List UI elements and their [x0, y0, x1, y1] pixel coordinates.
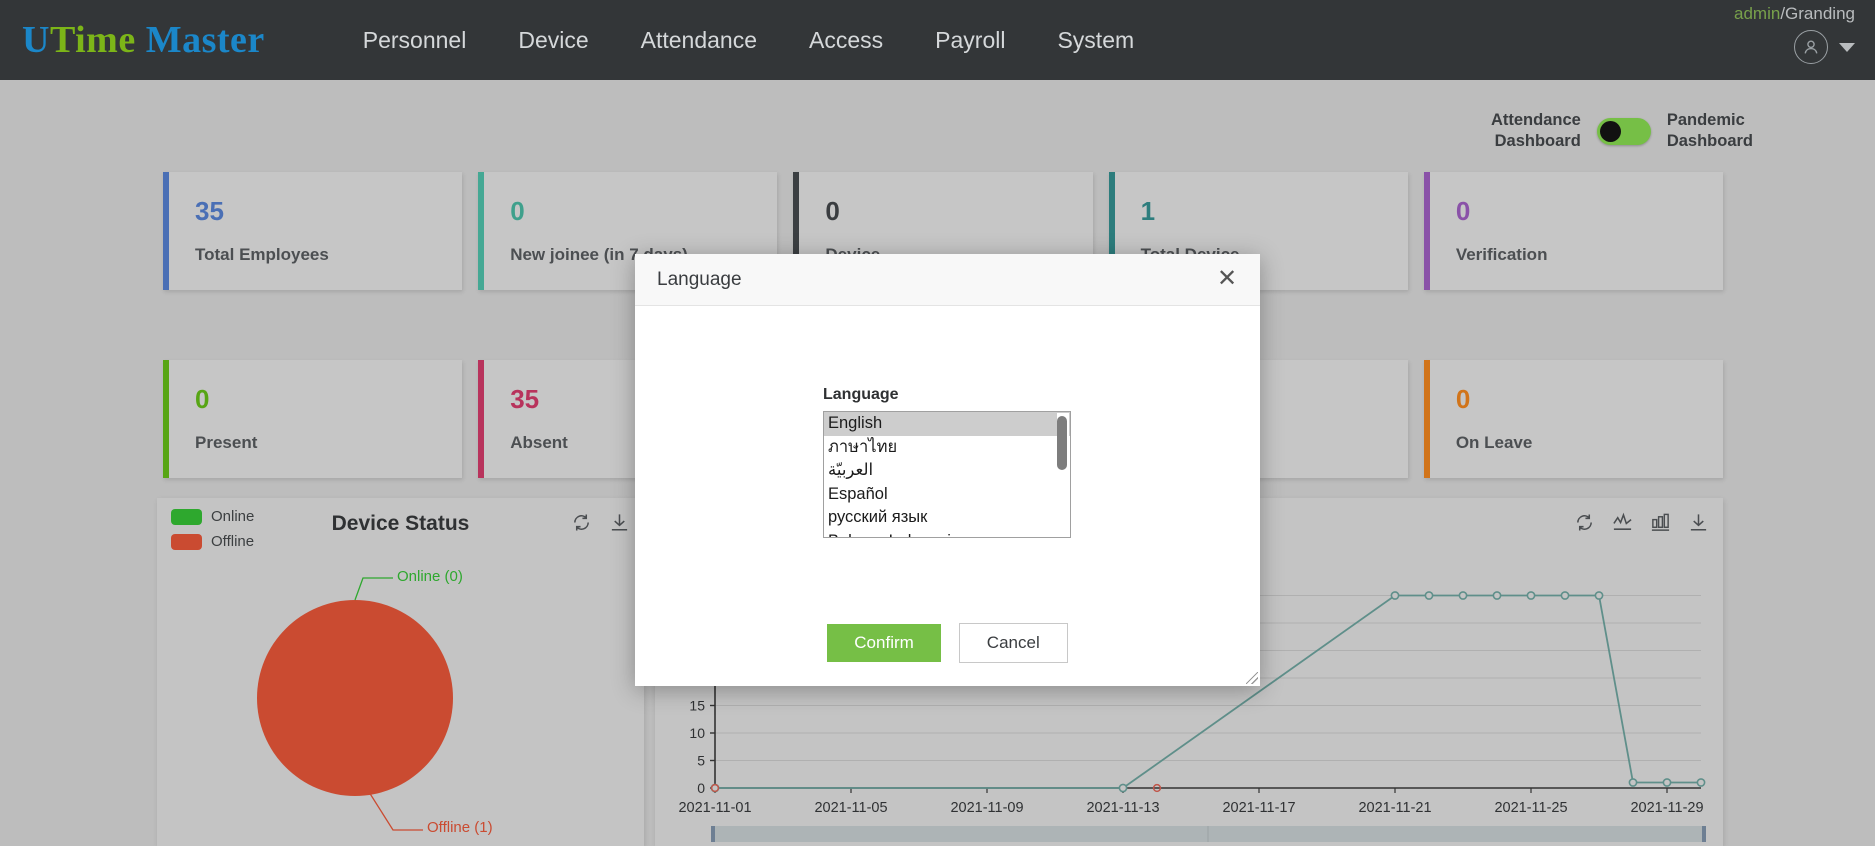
nav-item-access[interactable]: Access	[783, 27, 909, 54]
language-modal: Language ✕ Language English ภาษาไทย العر…	[635, 254, 1260, 686]
language-field-label: Language	[823, 386, 899, 403]
stat-card-total-employees[interactable]: 35 Total Employees	[163, 172, 463, 290]
refresh-icon[interactable]	[1574, 512, 1595, 538]
close-icon[interactable]: ✕	[1214, 267, 1240, 293]
nav-item-device[interactable]: Device	[492, 27, 614, 54]
line-chart-icon[interactable]	[1612, 512, 1633, 538]
language-listbox-scroll-thumb[interactable]	[1057, 416, 1067, 470]
stat-value: 0	[825, 196, 840, 226]
attendance-dashboard-label-line1: Attendance	[1490, 111, 1581, 129]
svg-text:5: 5	[697, 753, 705, 769]
svg-text:10: 10	[689, 725, 705, 741]
pandemic-dashboard-label-line2: Dashboard	[1666, 132, 1753, 151]
dashboard-toggle-row: Attendance Dashboard Pandemic Dashboard	[1491, 110, 1753, 152]
stat-label: On Leave	[1455, 433, 1533, 452]
device-panel-header: Online Offline Device Status	[157, 498, 644, 554]
refresh-icon[interactable]	[571, 512, 592, 538]
logo-part-3: Master	[135, 19, 265, 61]
nav-item-attendance[interactable]: Attendance	[615, 27, 783, 54]
language-option-spanish[interactable]: Español	[824, 483, 1070, 507]
attendance-dashboard-label-line2: Dashboard	[1494, 132, 1581, 151]
language-modal-header: Language ✕	[635, 254, 1260, 306]
user-avatar-icon[interactable]	[1794, 30, 1828, 64]
app-logo[interactable]: UTime Master	[22, 18, 265, 62]
language-option-indonesian[interactable]: Bahasa Indonesia	[824, 530, 1070, 538]
stat-value: 1	[1140, 196, 1156, 226]
svg-text:15: 15	[689, 698, 705, 714]
svg-text:2021-11-05: 2021-11-05	[814, 800, 887, 816]
confirm-button[interactable]: Confirm	[827, 624, 941, 662]
pie-label-online: Online (0)	[397, 568, 463, 585]
stat-label: Present	[195, 433, 258, 452]
nav-item-system[interactable]: System	[1031, 27, 1160, 54]
stat-value: 35	[195, 196, 224, 226]
dashboard-mode-toggle[interactable]	[1596, 117, 1651, 145]
attendance-panel-icons	[1574, 512, 1709, 538]
stat-label: Verification	[1455, 245, 1548, 264]
modal-resize-handle[interactable]	[1246, 672, 1258, 684]
stat-value: 0	[1455, 384, 1471, 414]
navbar-user-area: admin/Granding	[1734, 4, 1855, 64]
main-nav: Personnel Device Attendance Access Payro…	[337, 27, 1160, 54]
bar-chart-icon[interactable]	[1650, 512, 1671, 538]
attendance-dashboard-label: Attendance Dashboard	[1491, 110, 1581, 152]
device-panel-icons	[571, 512, 630, 538]
logo-part-2: Time	[49, 19, 136, 61]
language-option-arabic[interactable]: العربيّة	[824, 459, 1070, 483]
cancel-button[interactable]: Cancel	[958, 623, 1068, 663]
language-listbox-scrollbar[interactable]	[1057, 413, 1069, 537]
svg-text:2021-11-13: 2021-11-13	[1086, 800, 1159, 816]
language-listbox[interactable]: English ภาษาไทย العربيّة Español русский…	[823, 411, 1071, 538]
language-modal-title: Language	[657, 268, 742, 290]
download-icon[interactable]	[609, 512, 630, 538]
svg-text:2021-11-09: 2021-11-09	[950, 800, 1023, 816]
user-company-name: /Granding	[1780, 4, 1855, 23]
device-status-panel: Online Offline Device Status Online (0) …	[157, 498, 644, 846]
svg-text:2021-11-25: 2021-11-25	[1494, 800, 1567, 816]
svg-text:2021-11-21: 2021-11-21	[1358, 800, 1431, 816]
stat-label: Total Employees	[195, 245, 329, 264]
chevron-down-icon[interactable]	[1839, 42, 1855, 52]
avatar-row	[1794, 30, 1855, 64]
stat-value: 0	[1455, 196, 1471, 226]
pandemic-dashboard-label-line1: Pandemic	[1666, 111, 1745, 129]
svg-text:0: 0	[697, 780, 705, 796]
language-option-english[interactable]: English	[824, 412, 1070, 436]
device-status-pie-chart: Online (0) Offline (1)	[157, 554, 644, 846]
svg-text:2021-11-29: 2021-11-29	[1630, 800, 1703, 816]
nav-item-personnel[interactable]: Personnel	[337, 27, 493, 54]
top-navbar: UTime Master Personnel Device Attendance…	[0, 0, 1875, 80]
toggle-knob	[1599, 120, 1621, 142]
download-icon[interactable]	[1688, 512, 1709, 538]
nav-item-payroll[interactable]: Payroll	[909, 27, 1031, 54]
stat-value: 0	[510, 196, 525, 226]
logo-part-1: U	[22, 19, 50, 61]
pandemic-dashboard-label: Pandemic Dashboard	[1667, 110, 1753, 152]
pie-label-offline: Offline (1)	[427, 819, 493, 836]
svg-text:2021-11-01: 2021-11-01	[678, 800, 751, 816]
language-option-russian[interactable]: русский язык	[824, 506, 1070, 530]
stat-card-present[interactable]: 0 Present	[163, 360, 463, 478]
user-account-line: admin/Granding	[1734, 4, 1855, 24]
svg-text:2021-11-17: 2021-11-17	[1222, 800, 1295, 816]
language-option-thai[interactable]: ภาษาไทย	[824, 436, 1070, 460]
stat-card-on-leave[interactable]: 0 On Leave	[1423, 360, 1724, 478]
user-account-name: admin	[1734, 4, 1781, 23]
stat-value: 0	[195, 384, 210, 414]
language-modal-footer: Confirm Cancel	[635, 600, 1260, 686]
language-modal-body: Language English ภาษาไทย العربيّة Españo…	[635, 306, 1260, 600]
stat-card-verification[interactable]: 0 Verification	[1423, 172, 1724, 290]
